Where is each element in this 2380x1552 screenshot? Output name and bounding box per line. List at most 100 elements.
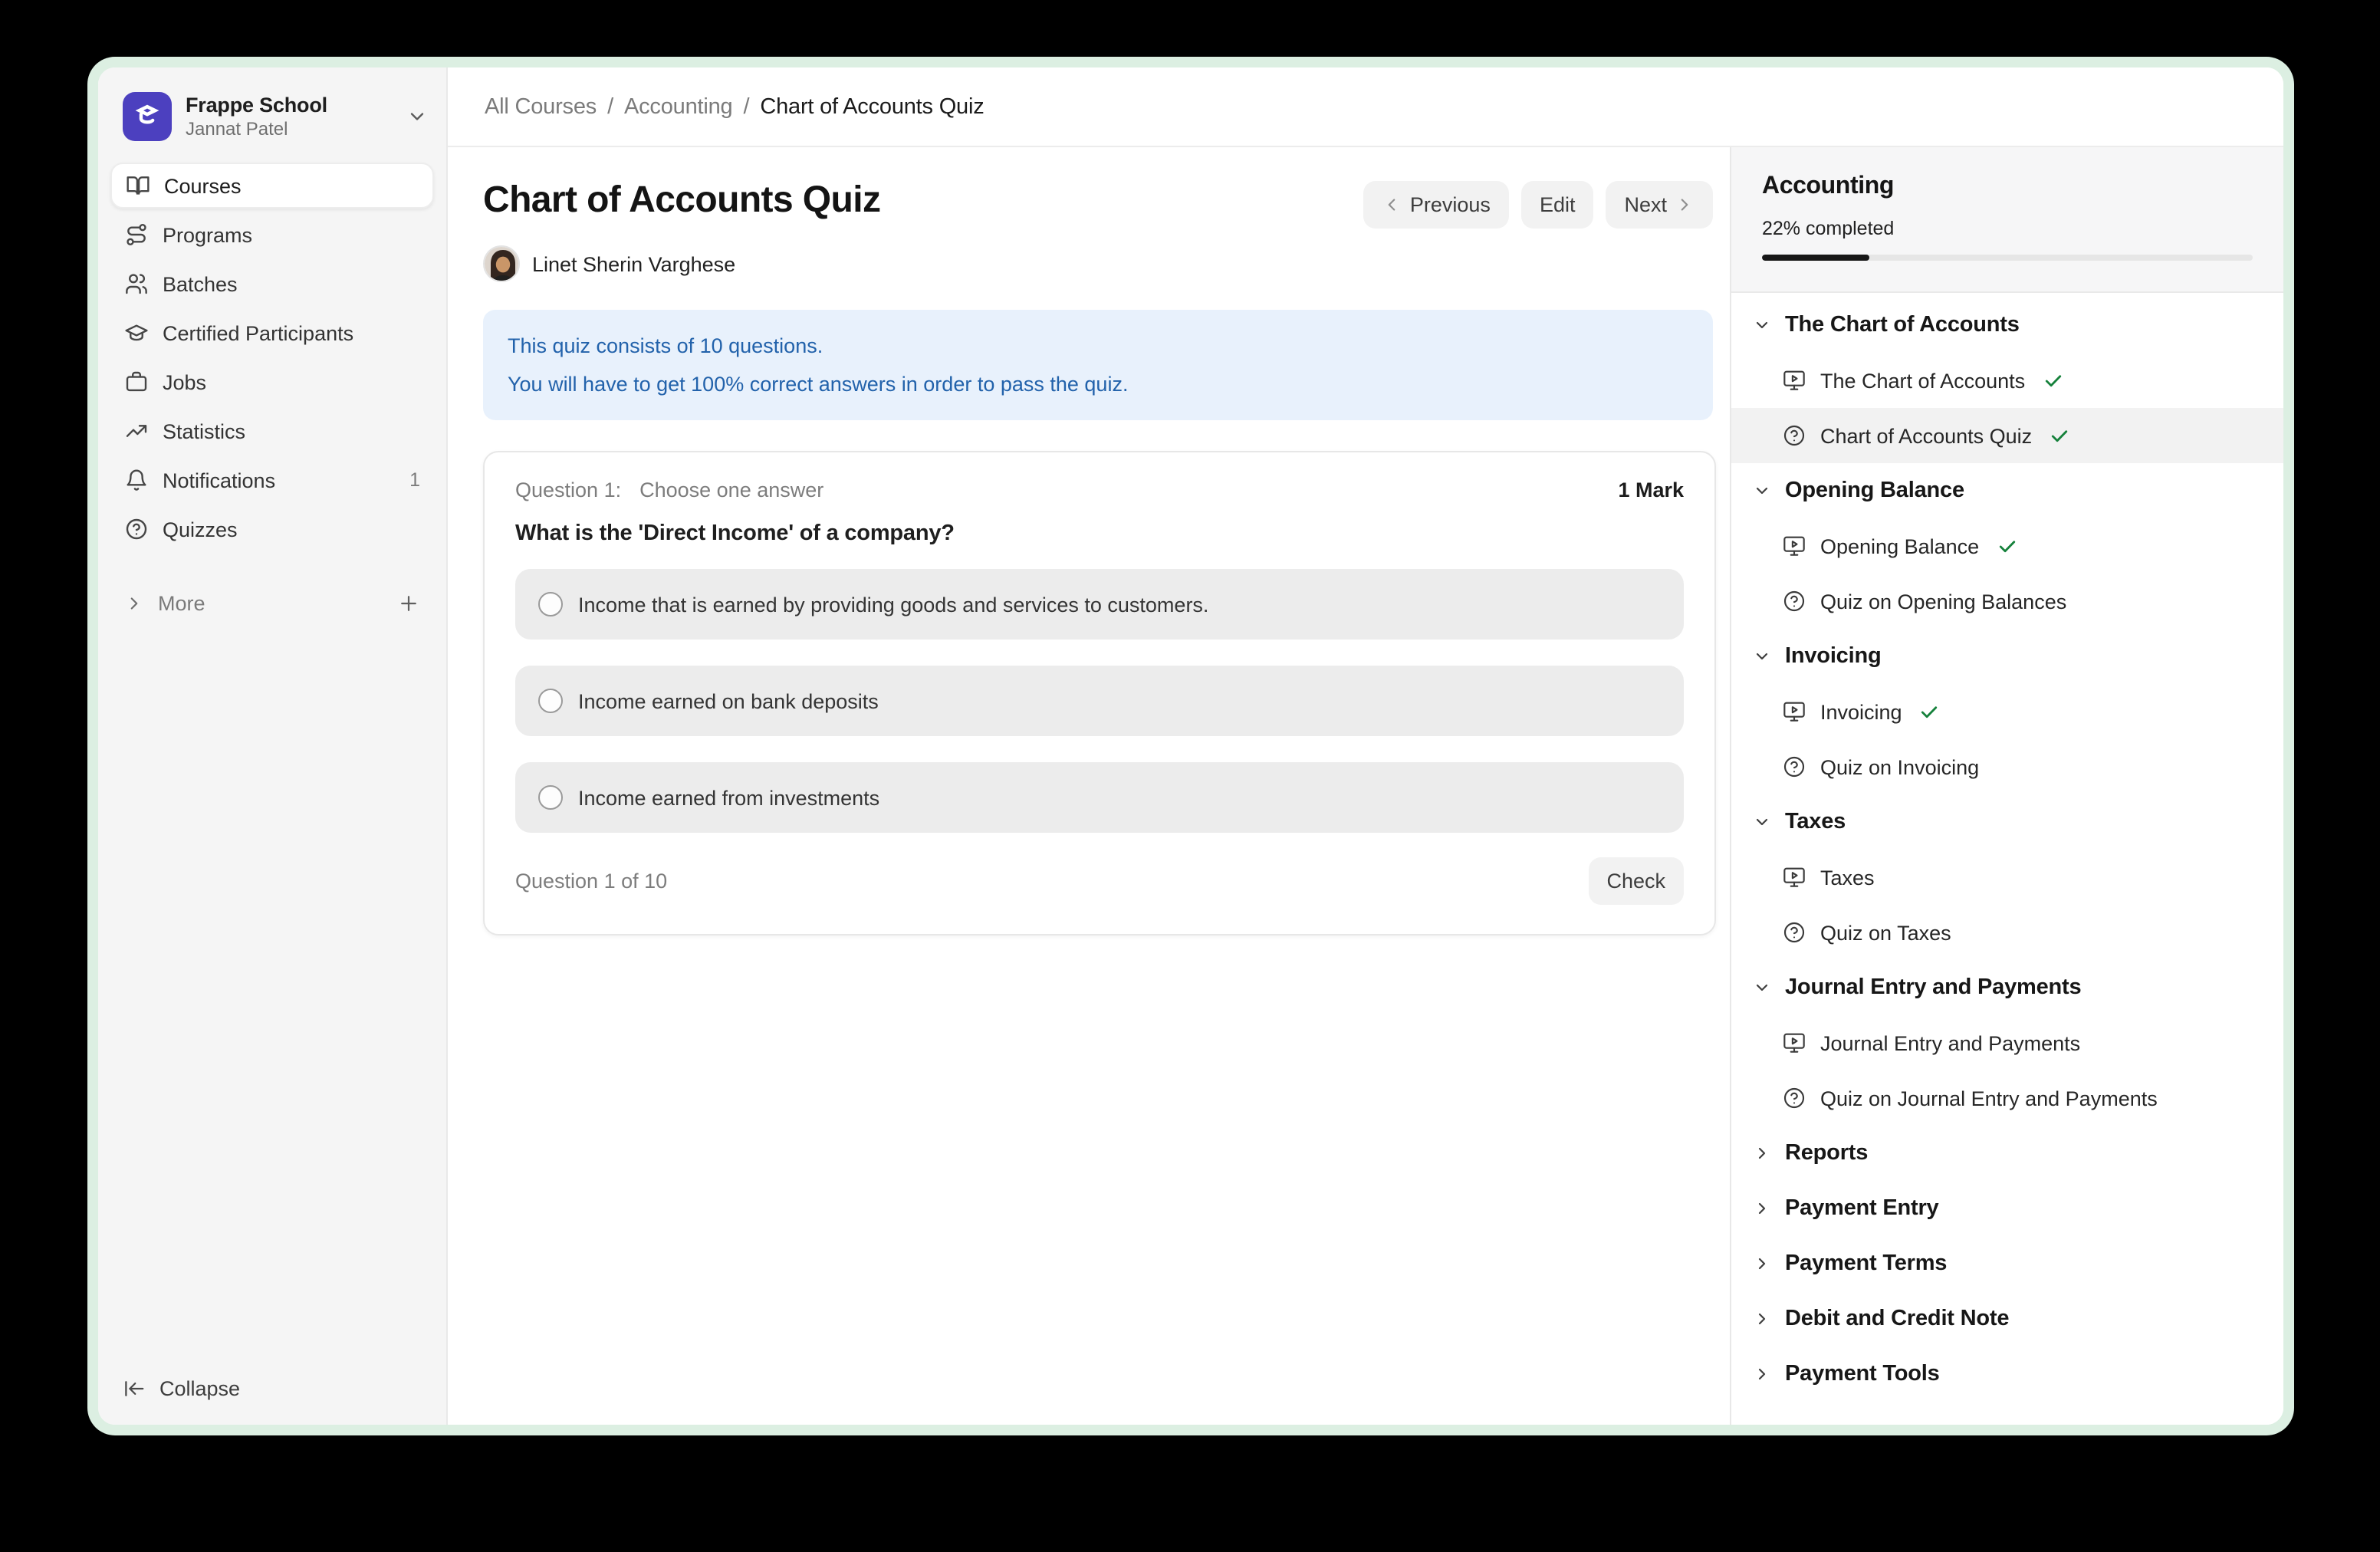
outline-chapter-journal-entry-and-payments[interactable]: Journal Entry and Payments <box>1731 960 2283 1015</box>
chevron-left-icon <box>1382 195 1402 215</box>
radio-button[interactable] <box>538 689 563 713</box>
lesson-title: Quiz on Invoicing <box>1820 755 1979 778</box>
notification-count-badge: 1 <box>409 469 420 491</box>
outline-chapter-taxes[interactable]: Taxes <box>1731 794 2283 850</box>
outline-lesson-invoicing[interactable]: Invoicing <box>1731 684 2283 739</box>
sidebar-item-label: Jobs <box>163 370 420 393</box>
lesson-title: Opening Balance <box>1820 534 1979 557</box>
outline-chapter-payment-entry[interactable]: Payment Entry <box>1731 1181 2283 1236</box>
breadcrumb: All Courses / Accounting / Chart of Acco… <box>448 67 2283 147</box>
sidebar-item-jobs[interactable]: Jobs <box>110 359 434 405</box>
more-label: More <box>158 591 383 614</box>
breadcrumb-all-courses[interactable]: All Courses <box>485 94 597 119</box>
answer-options: Income that is earned by providing goods… <box>515 569 1684 833</box>
sidebar-item-label: Batches <box>163 272 420 295</box>
sidebar-item-more[interactable]: More <box>110 580 434 626</box>
answer-option-label: Income that is earned by providing goods… <box>578 593 1208 616</box>
chevron-right-icon <box>1753 1144 1771 1162</box>
screen: Frappe School Jannat Patel Courses Progra… <box>0 0 2380 1552</box>
chevron-right-icon <box>1675 195 1695 215</box>
users-icon <box>124 271 149 296</box>
course-progress-bar <box>1762 255 2253 261</box>
collapse-sidebar-button[interactable]: Collapse <box>98 1353 446 1425</box>
chevron-down-icon[interactable] <box>406 106 428 127</box>
course-outline-panel: Accounting 22% completed The Chart of Ac… <box>1730 147 2283 1425</box>
chapter-title: Payment Terms <box>1785 1251 1947 1276</box>
completed-check-icon <box>2049 425 2070 446</box>
edit-button[interactable]: Edit <box>1521 181 1594 229</box>
lesson-title: Chart of Accounts Quiz <box>1820 424 2032 447</box>
collapse-icon <box>123 1377 146 1400</box>
quiz-lesson-icon <box>1782 755 1806 779</box>
answer-option[interactable]: Income earned on bank deposits <box>515 666 1684 736</box>
chapter-title: Payment Tools <box>1785 1362 1940 1386</box>
chapter-title: Journal Entry and Payments <box>1785 975 2081 1000</box>
outline-chapter-debit-and-credit-note[interactable]: Debit and Credit Note <box>1731 1291 2283 1346</box>
chapter-title: Payment Entry <box>1785 1196 1939 1221</box>
outline-lesson-quiz-on-invoicing[interactable]: Quiz on Invoicing <box>1731 739 2283 794</box>
answer-option[interactable]: Income earned from investments <box>515 762 1684 833</box>
video-lesson-icon <box>1782 368 1806 393</box>
sidebar-item-courses[interactable]: Courses <box>110 163 434 209</box>
sidebar-item-label: Programs <box>163 223 420 246</box>
lesson-title: Quiz on Opening Balances <box>1820 590 2066 613</box>
sidebar-item-label: Notifications <box>163 469 396 492</box>
sidebar-item-label: Statistics <box>163 419 420 442</box>
workspace-switcher[interactable]: Frappe School Jannat Patel <box>98 67 446 163</box>
outline-lesson-quiz-on-journal-entry-and-payments[interactable]: Quiz on Journal Entry and Payments <box>1731 1070 2283 1126</box>
sidebar-item-statistics[interactable]: Statistics <box>110 408 434 454</box>
outline-chapter-invoicing[interactable]: Invoicing <box>1731 629 2283 684</box>
chapter-title: The Chart of Accounts <box>1785 313 2020 337</box>
outline-lesson-chart-of-accounts-quiz[interactable]: Chart of Accounts Quiz <box>1731 408 2283 463</box>
outline-chapter-opening-balance[interactable]: Opening Balance <box>1731 463 2283 518</box>
question-card: Question 1: Choose one answer 1 Mark Wha… <box>483 451 1716 935</box>
author-name: Linet Sherin Varghese <box>532 252 735 275</box>
breadcrumb-separator: / <box>607 94 613 119</box>
outline-chapter-the-chart-of-accounts[interactable]: The Chart of Accounts <box>1731 298 2283 353</box>
sidebar-item-certified-participants[interactable]: Certified Participants <box>110 310 434 356</box>
sidebar-item-quizzes[interactable]: Quizzes <box>110 506 434 552</box>
answer-option[interactable]: Income that is earned by providing goods… <box>515 569 1684 640</box>
outline-chapter-payment-tools[interactable]: Payment Tools <box>1731 1346 2283 1402</box>
chapter-title: Invoicing <box>1785 644 1882 669</box>
sidebar-item-programs[interactable]: Programs <box>110 212 434 258</box>
chevron-right-icon <box>1753 1310 1771 1328</box>
outline-lesson-quiz-on-opening-balances[interactable]: Quiz on Opening Balances <box>1731 574 2283 629</box>
breadcrumb-current: Chart of Accounts Quiz <box>760 94 984 119</box>
outline-lesson-opening-balance[interactable]: Opening Balance <box>1731 518 2283 574</box>
sidebar-item-batches[interactable]: Batches <box>110 261 434 307</box>
sidebar-item-notifications[interactable]: Notifications 1 <box>110 457 434 503</box>
outline-chapter-reports[interactable]: Reports <box>1731 1126 2283 1181</box>
quiz-lesson-icon <box>1782 920 1806 945</box>
chevron-right-icon <box>1753 1199 1771 1218</box>
course-progress-fill <box>1762 255 1870 261</box>
video-lesson-icon <box>1782 699 1806 724</box>
video-lesson-icon <box>1782 1031 1806 1055</box>
radio-button[interactable] <box>538 592 563 617</box>
lesson-title: Quiz on Taxes <box>1820 921 1951 944</box>
plus-icon[interactable] <box>397 591 420 614</box>
outline-lesson-quiz-on-taxes[interactable]: Quiz on Taxes <box>1731 905 2283 960</box>
check-button[interactable]: Check <box>1588 857 1684 905</box>
lesson-title: Invoicing <box>1820 700 1902 723</box>
quiz-lesson-icon <box>1782 423 1806 448</box>
question-instruction: Choose one answer <box>639 478 823 501</box>
graduation-cap-icon <box>124 321 149 345</box>
briefcase-icon <box>124 370 149 394</box>
outline-lesson-the-chart-of-accounts[interactable]: The Chart of Accounts <box>1731 353 2283 408</box>
answer-option-label: Income earned from investments <box>578 786 879 809</box>
previous-button[interactable]: Previous <box>1364 181 1509 229</box>
course-progress-text: 22% completed <box>1762 218 2253 239</box>
breadcrumb-accounting[interactable]: Accounting <box>624 94 733 119</box>
completed-check-icon <box>1996 535 2017 557</box>
outline-lesson-taxes[interactable]: Taxes <box>1731 850 2283 905</box>
next-button[interactable]: Next <box>1606 181 1713 229</box>
outline-chapter-payment-terms[interactable]: Payment Terms <box>1731 1236 2283 1291</box>
lesson-title: Taxes <box>1820 866 1875 889</box>
breadcrumb-separator: / <box>743 94 749 119</box>
bell-icon <box>124 468 149 492</box>
course-outline-list: The Chart of Accounts The Chart of Accoun… <box>1731 293 2283 1414</box>
radio-button[interactable] <box>538 785 563 810</box>
outline-lesson-journal-entry-and-payments[interactable]: Journal Entry and Payments <box>1731 1015 2283 1070</box>
collapse-label: Collapse <box>159 1377 240 1400</box>
